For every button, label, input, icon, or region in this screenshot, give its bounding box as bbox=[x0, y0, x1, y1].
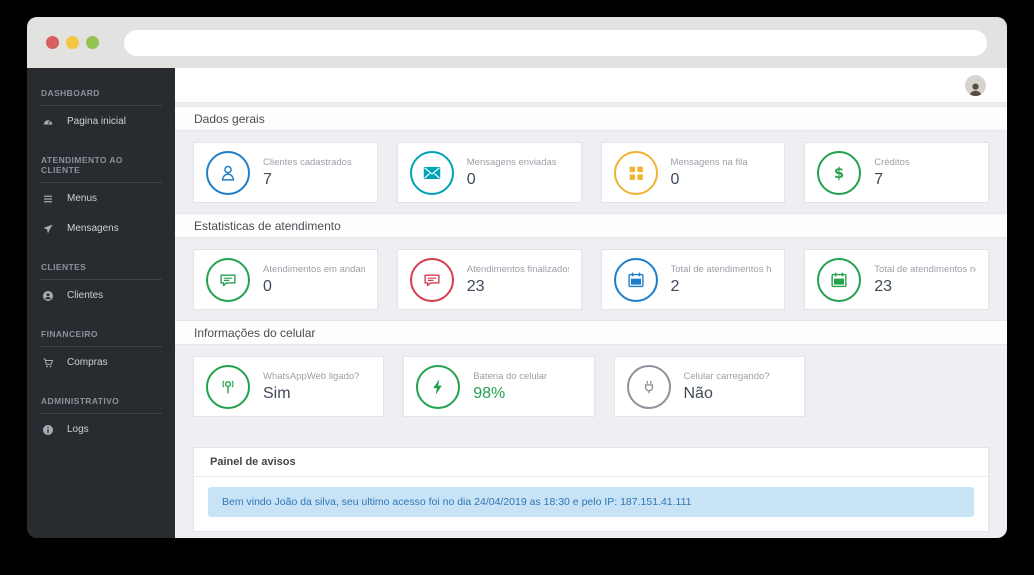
chat-icon bbox=[206, 258, 250, 302]
sidebar-item-label: Compras bbox=[67, 357, 108, 368]
stat-value: Não bbox=[684, 385, 770, 403]
svg-text:$: $ bbox=[834, 165, 844, 182]
stat-label: Bateria do celular bbox=[473, 371, 547, 382]
stat-value: 7 bbox=[263, 171, 352, 189]
notices-panel: Painel de avisos Bem vindo João da silva… bbox=[193, 447, 989, 532]
stat-card-atendimentos-mes: Total de atendimentos no mês 23 bbox=[804, 249, 989, 310]
sidebar-section-financeiro: FINANCEIRO bbox=[27, 319, 175, 346]
grid-icon bbox=[614, 151, 658, 195]
stat-value: 0 bbox=[467, 171, 557, 189]
stat-card-atendimentos-andamento: Atendimentos em andamento 0 bbox=[193, 249, 378, 310]
cards-row: Clientes cadastrados 7 Mensagens enviada… bbox=[175, 131, 1007, 213]
menu-icon bbox=[41, 192, 54, 205]
sidebar-item-label: Menus bbox=[67, 193, 97, 204]
stat-label: Mensagens enviadas bbox=[467, 157, 557, 168]
stat-value: 0 bbox=[263, 278, 365, 296]
stat-label: Atendimentos finalizados bbox=[467, 264, 569, 275]
browser-chrome bbox=[27, 17, 1007, 68]
stat-label: Total de atendimentos hoje bbox=[671, 264, 773, 275]
calendar-icon bbox=[614, 258, 658, 302]
sidebar-item-compras[interactable]: Compras bbox=[27, 347, 175, 377]
sidebar-item-label: Clientes bbox=[67, 290, 103, 301]
stat-value: Sim bbox=[263, 385, 359, 403]
stat-card-atendimentos-hoje: Total de atendimentos hoje 2 bbox=[601, 249, 786, 310]
dashboard-content: Dados gerais Clientes cadastrados 7 bbox=[175, 103, 1007, 538]
user-avatar[interactable] bbox=[965, 75, 986, 96]
stat-value: 2 bbox=[671, 278, 773, 296]
stat-label: Clientes cadastrados bbox=[263, 157, 352, 168]
stat-card-mensagens-enviadas: Mensagens enviadas 0 bbox=[397, 142, 582, 203]
maximize-button[interactable] bbox=[86, 36, 99, 49]
sidebar-section-administrativo: ADMINISTRATIVO bbox=[27, 386, 175, 413]
sidebar-item-logs[interactable]: Logs bbox=[27, 414, 175, 444]
user-icon bbox=[206, 151, 250, 195]
section-title-informacoes-celular: Informações do celular bbox=[175, 320, 1007, 345]
stat-label: WhatsAppWeb ligado? bbox=[263, 371, 359, 382]
welcome-alert: Bem vindo João da silva, seu ultimo aces… bbox=[208, 487, 974, 517]
stat-label: Total de atendimentos no mês bbox=[874, 264, 976, 275]
sidebar-section-atendimento: ATENDIMENTO AO CLIENTE bbox=[27, 145, 175, 182]
address-bar[interactable] bbox=[124, 30, 987, 56]
stat-card-whatsappweb-ligado: WhatsAppWeb ligado? Sim bbox=[193, 356, 384, 417]
envelope-icon bbox=[410, 151, 454, 195]
sidebar-item-menus[interactable]: Menus bbox=[27, 183, 175, 213]
stat-value: 23 bbox=[874, 278, 976, 296]
stat-card-creditos: $ Créditos 7 bbox=[804, 142, 989, 203]
cards-row: WhatsAppWeb ligado? Sim Bateria do celul… bbox=[175, 345, 1007, 427]
stat-value: 0 bbox=[671, 171, 748, 189]
sidebar-item-pagina-inicial[interactable]: Pagina inicial bbox=[27, 106, 175, 136]
plug-icon bbox=[627, 365, 671, 409]
sidebar: DASHBOARD Pagina inicial ATENDIMENTO AO … bbox=[27, 68, 175, 538]
stat-label: Créditos bbox=[874, 157, 909, 168]
stat-value: 7 bbox=[874, 171, 909, 189]
dollar-icon: $ bbox=[817, 151, 861, 195]
cart-icon bbox=[41, 356, 54, 369]
sidebar-section-clientes: CLIENTES bbox=[27, 252, 175, 279]
section-title-dados-gerais: Dados gerais bbox=[175, 106, 1007, 131]
stat-value: 23 bbox=[467, 278, 569, 296]
stat-card-atendimentos-finalizados: Atendimentos finalizados 23 bbox=[397, 249, 582, 310]
sidebar-section-dashboard: DASHBOARD bbox=[27, 78, 175, 105]
minimize-button[interactable] bbox=[66, 36, 79, 49]
sidebar-item-label: Logs bbox=[67, 424, 89, 435]
notices-panel-title: Painel de avisos bbox=[194, 448, 988, 477]
window-controls bbox=[46, 36, 99, 49]
stat-value: 98% bbox=[473, 385, 547, 403]
sidebar-item-mensagens[interactable]: Mensagens bbox=[27, 213, 175, 243]
stat-card-mensagens-na-fila: Mensagens na fila 0 bbox=[601, 142, 786, 203]
section-title-estatisticas: Estatisticas de atendimento bbox=[175, 213, 1007, 238]
sidebar-item-label: Mensagens bbox=[67, 223, 119, 234]
antenna-icon bbox=[206, 365, 250, 409]
sidebar-item-label: Pagina inicial bbox=[67, 116, 126, 127]
stat-card-celular-carregando: Celular carregando? Não bbox=[614, 356, 805, 417]
stat-label: Mensagens na fila bbox=[671, 157, 748, 168]
cards-row: Atendimentos em andamento 0 Atendimentos… bbox=[175, 238, 1007, 320]
bolt-icon bbox=[416, 365, 460, 409]
close-button[interactable] bbox=[46, 36, 59, 49]
info-icon bbox=[41, 423, 54, 436]
sidebar-item-clientes[interactable]: Clientes bbox=[27, 280, 175, 310]
send-icon bbox=[41, 222, 54, 235]
gauge-icon bbox=[41, 115, 54, 128]
top-header bbox=[175, 68, 1007, 103]
chat-icon bbox=[410, 258, 454, 302]
stat-label: Atendimentos em andamento bbox=[263, 264, 365, 275]
user-circle-icon bbox=[41, 289, 54, 302]
stat-label: Celular carregando? bbox=[684, 371, 770, 382]
stat-card-clientes-cadastrados: Clientes cadastrados 7 bbox=[193, 142, 378, 203]
calendar-icon bbox=[817, 258, 861, 302]
main-area: Dados gerais Clientes cadastrados 7 bbox=[175, 68, 1007, 538]
stat-card-bateria: Bateria do celular 98% bbox=[403, 356, 594, 417]
browser-window: DASHBOARD Pagina inicial ATENDIMENTO AO … bbox=[27, 17, 1007, 538]
